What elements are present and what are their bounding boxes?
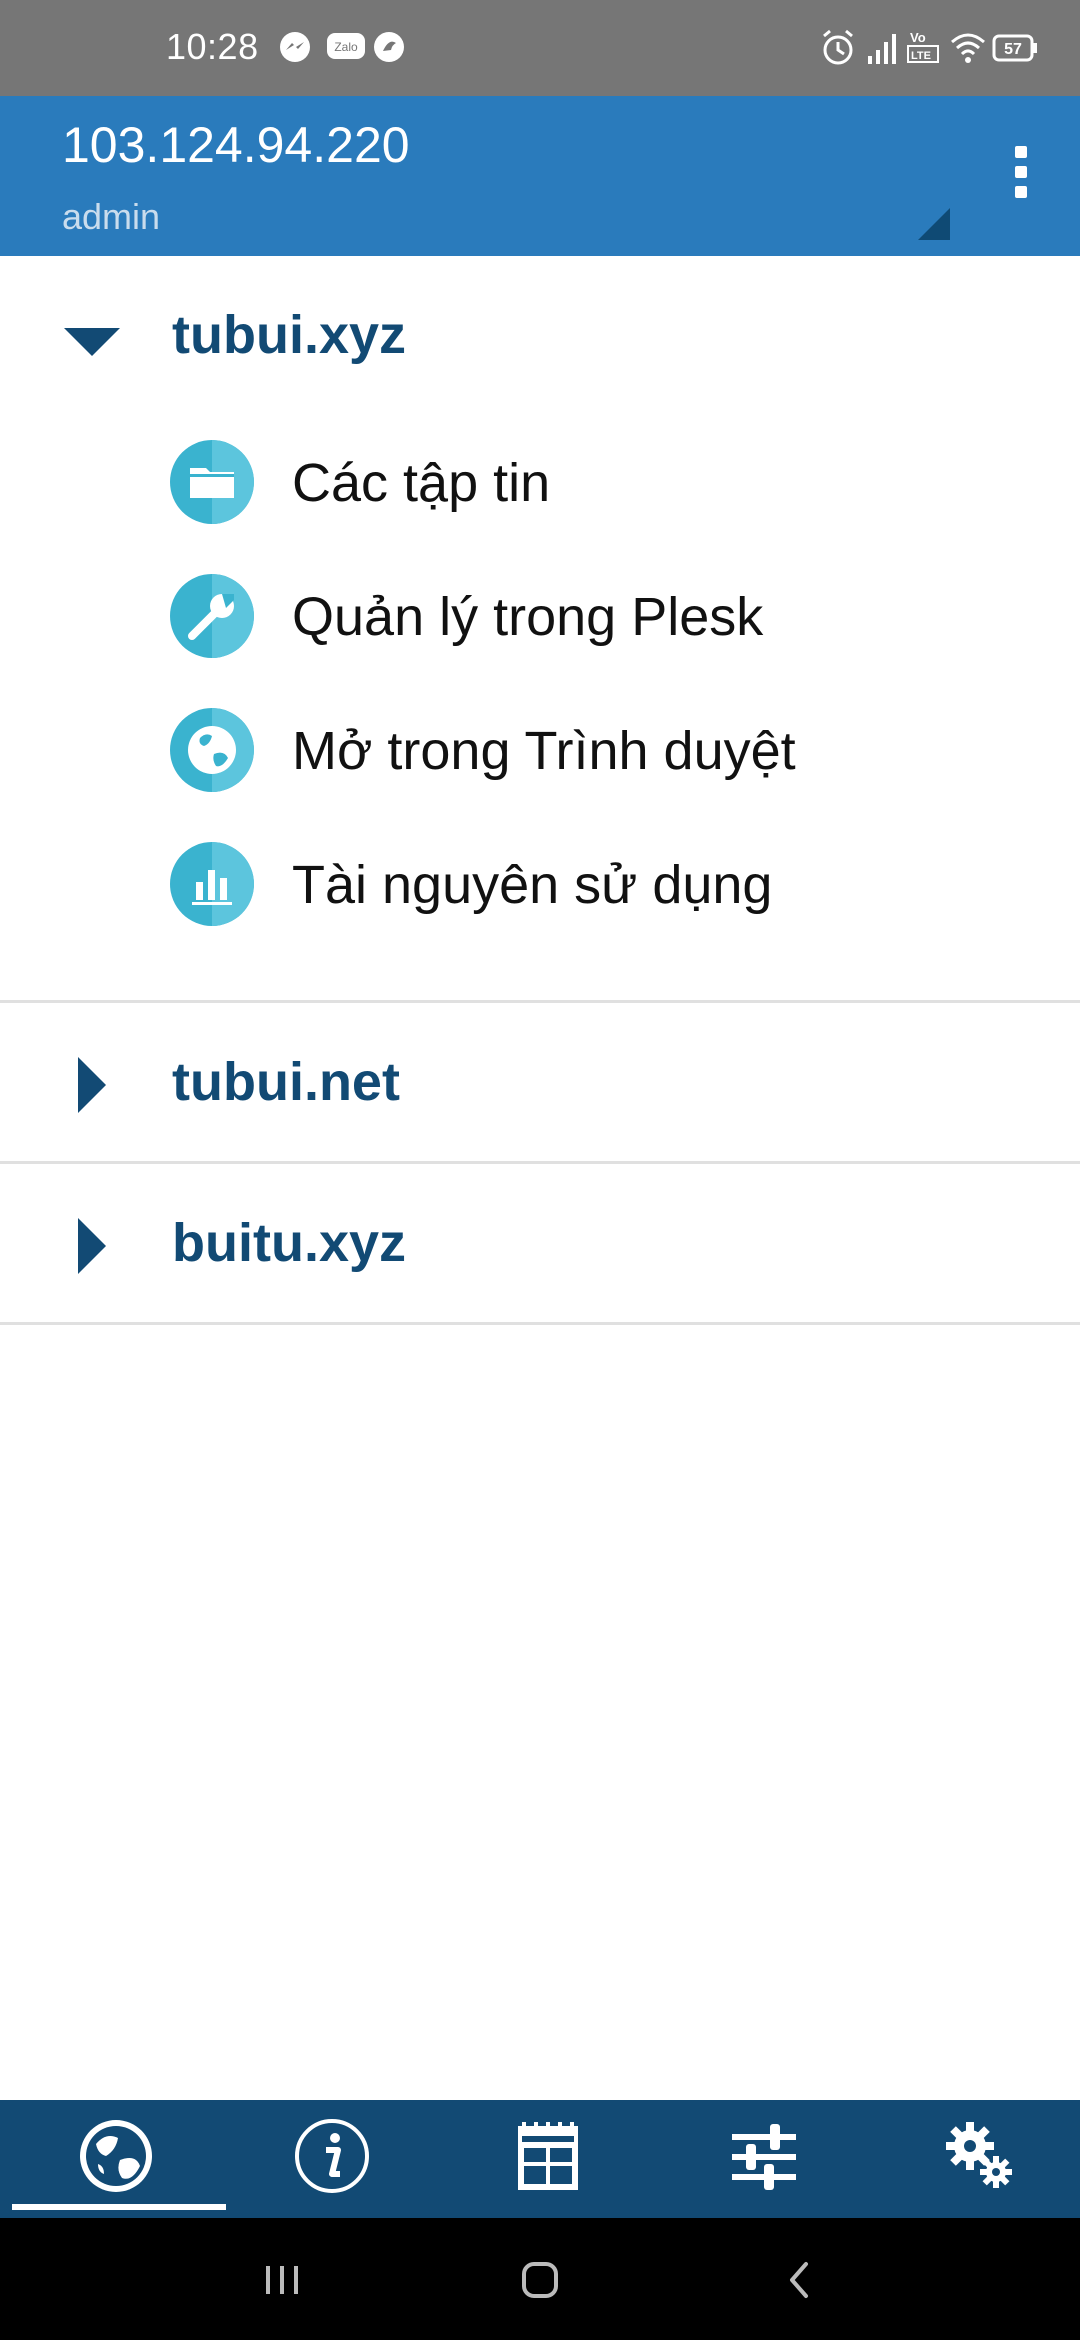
domain-row-buitu-xyz[interactable]: buitu.xyz — [0, 1164, 1080, 1322]
folder-icon — [170, 440, 254, 524]
app-icon — [374, 32, 404, 62]
dashboard-icon — [518, 2122, 578, 2190]
bar-chart-icon — [170, 842, 254, 926]
system-navigation-bar — [0, 2218, 1080, 2340]
wifi-icon — [951, 33, 985, 63]
server-host[interactable]: 103.124.94.220 — [62, 116, 410, 174]
svg-text:57: 57 — [1004, 41, 1022, 58]
wrench-icon — [170, 574, 254, 658]
caret-down-icon — [64, 328, 120, 356]
menu-item-label: Quản lý trong Plesk — [292, 587, 764, 647]
home-icon[interactable] — [510, 2252, 570, 2308]
svg-text:Vo: Vo — [910, 30, 926, 45]
back-icon[interactable] — [770, 2252, 830, 2308]
divider — [0, 1322, 1080, 1325]
more-vertical-icon[interactable] — [1006, 146, 1036, 208]
status-time: 10:28 — [166, 26, 259, 67]
zalo-icon: Zalo — [327, 33, 365, 59]
domain-name: tubui.xyz — [172, 305, 407, 365]
signal-icon — [868, 34, 896, 64]
menu-item-label: Các tập tin — [292, 453, 551, 513]
menu-item-files[interactable]: Các tập tin — [170, 436, 1050, 532]
tab-dashboard[interactable] — [438, 2100, 654, 2218]
caret-right-icon — [78, 1218, 106, 1274]
globe-icon — [170, 708, 254, 792]
tab-server-settings[interactable] — [870, 2100, 1080, 2218]
domain-row-tubui-net[interactable]: tubui.net — [0, 1003, 1080, 1161]
messenger-icon — [280, 32, 310, 62]
domain-name: tubui.net — [172, 1052, 400, 1112]
tab-domains[interactable] — [6, 2100, 226, 2218]
active-tab-indicator — [12, 2204, 226, 2210]
volte-icon: Vo LTE — [907, 30, 939, 63]
globe-icon — [80, 2120, 152, 2192]
recent-apps-icon[interactable] — [252, 2252, 312, 2308]
status-bar: 10:28 Zalo Vo LTE 57 — [0, 0, 1080, 96]
menu-item-open-browser[interactable]: Mở trong Trình duyệt — [170, 704, 1050, 800]
app-header: 103.124.94.220 admin — [0, 96, 1080, 256]
gears-icon — [946, 2122, 1012, 2188]
tab-settings-sliders[interactable] — [654, 2100, 870, 2218]
info-icon — [295, 2119, 369, 2193]
svg-text:Zalo: Zalo — [334, 40, 358, 54]
server-user: admin — [62, 196, 161, 237]
tab-info[interactable] — [222, 2100, 438, 2218]
domain-name: buitu.xyz — [172, 1213, 407, 1273]
menu-item-resource-usage[interactable]: Tài nguyên sử dụng — [170, 838, 1050, 934]
domain-row-tubui-xyz[interactable]: tubui.xyz — [0, 256, 1080, 386]
menu-item-manage-plesk[interactable]: Quản lý trong Plesk — [170, 570, 1050, 666]
bottom-navigation — [0, 2100, 1080, 2218]
battery-icon: 57 — [992, 34, 1037, 62]
svg-text:LTE: LTE — [911, 50, 931, 62]
menu-item-label: Mở trong Trình duyệt — [292, 721, 796, 781]
alarm-icon — [823, 29, 853, 65]
menu-item-label: Tài nguyên sử dụng — [292, 855, 773, 915]
spinner-indicator-icon[interactable] — [918, 208, 950, 240]
caret-right-icon — [78, 1057, 106, 1113]
sliders-icon — [732, 2124, 796, 2190]
